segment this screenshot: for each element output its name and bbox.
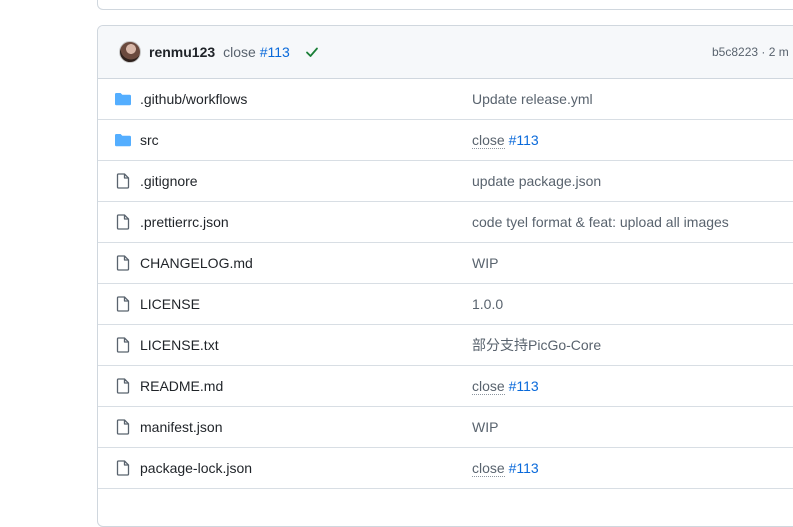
commit-message-text[interactable]: 部分支持PicGo-Core bbox=[472, 337, 601, 353]
commit-issue-link[interactable]: #113 bbox=[509, 132, 539, 148]
file-row[interactable]: LICENSE.txt 部分支持PicGo-Core bbox=[98, 325, 793, 366]
previous-panel bbox=[97, 0, 793, 10]
file-name-link[interactable]: LICENSE.txt bbox=[140, 337, 219, 353]
commit-message-text[interactable]: close bbox=[472, 132, 505, 149]
file-row[interactable]: package-lock.json close #113 bbox=[98, 448, 793, 489]
commit-message-text[interactable]: 1.0.0 bbox=[472, 296, 503, 312]
commit-issue-link[interactable]: #113 bbox=[260, 44, 290, 60]
file-browser: renmu123 close #113 b5c8223 · 2 m .githu… bbox=[97, 25, 793, 527]
file-row[interactable]: .prettierrc.json code tyel format & feat:… bbox=[98, 202, 793, 243]
file-name-link[interactable]: .prettierrc.json bbox=[140, 214, 229, 230]
file-list: .github/workflows Update release.yml src cl… bbox=[98, 79, 793, 489]
file-icon bbox=[114, 173, 132, 189]
file-name-link[interactable]: LICENSE bbox=[140, 296, 200, 312]
file-icon bbox=[114, 378, 132, 394]
folder-icon bbox=[114, 91, 132, 107]
commit-message-text[interactable]: update package.json bbox=[472, 173, 601, 189]
file-row[interactable]: .gitignore update package.json bbox=[98, 161, 793, 202]
file-name-link[interactable]: .github/workflows bbox=[140, 91, 247, 107]
file-name-link[interactable]: .gitignore bbox=[140, 173, 198, 189]
file-commit-message[interactable]: WIP bbox=[472, 419, 498, 435]
folder-icon bbox=[114, 132, 132, 148]
file-icon bbox=[114, 214, 132, 230]
commit-message-text[interactable]: close bbox=[472, 378, 505, 395]
file-commit-message[interactable]: Update release.yml bbox=[472, 91, 593, 107]
commit-message-text[interactable]: code tyel format & feat: upload all imag… bbox=[472, 214, 729, 230]
file-icon bbox=[114, 419, 132, 435]
avatar[interactable] bbox=[119, 41, 141, 63]
file-commit-message[interactable]: code tyel format & feat: upload all imag… bbox=[472, 214, 729, 230]
file-commit-message[interactable]: close #113 bbox=[472, 378, 539, 395]
file-name-link[interactable]: package-lock.json bbox=[140, 460, 252, 476]
file-row[interactable]: LICENSE 1.0.0 bbox=[98, 284, 793, 325]
file-commit-message[interactable]: close #113 bbox=[472, 460, 539, 477]
file-name-link[interactable]: manifest.json bbox=[140, 419, 222, 435]
file-icon bbox=[114, 337, 132, 353]
latest-commit-bar: renmu123 close #113 b5c8223 · 2 m bbox=[98, 26, 793, 79]
file-name-link[interactable]: CHANGELOG.md bbox=[140, 255, 253, 271]
file-row[interactable]: manifest.json WIP bbox=[98, 407, 793, 448]
file-commit-message[interactable]: update package.json bbox=[472, 173, 601, 189]
commit-message-text[interactable]: Update release.yml bbox=[472, 91, 593, 107]
commit-message[interactable]: close #113 bbox=[223, 44, 290, 60]
commit-sha-age[interactable]: b5c8223 · 2 m bbox=[712, 45, 789, 59]
file-name-link[interactable]: src bbox=[140, 132, 159, 148]
commit-issue-link[interactable]: #113 bbox=[509, 378, 539, 394]
file-commit-message[interactable]: WIP bbox=[472, 255, 498, 271]
commit-author[interactable]: renmu123 bbox=[149, 44, 215, 60]
commit-issue-link[interactable]: #113 bbox=[509, 460, 539, 476]
commit-message-text[interactable]: close bbox=[472, 460, 505, 477]
file-icon bbox=[114, 296, 132, 312]
commit-message-text[interactable]: close bbox=[223, 44, 256, 60]
file-commit-message[interactable]: 部分支持PicGo-Core bbox=[472, 335, 601, 355]
file-name-link[interactable]: README.md bbox=[140, 378, 223, 394]
file-commit-message[interactable]: close #113 bbox=[472, 132, 539, 149]
check-icon[interactable] bbox=[304, 44, 320, 60]
file-row[interactable]: src close #113 bbox=[98, 120, 793, 161]
file-commit-message[interactable]: 1.0.0 bbox=[472, 296, 503, 312]
file-row[interactable]: .github/workflows Update release.yml bbox=[98, 79, 793, 120]
file-row[interactable]: CHANGELOG.md WIP bbox=[98, 243, 793, 284]
commit-message-text[interactable]: WIP bbox=[472, 255, 498, 271]
file-icon bbox=[114, 460, 132, 476]
file-row[interactable]: README.md close #113 bbox=[98, 366, 793, 407]
commit-message-text[interactable]: WIP bbox=[472, 419, 498, 435]
file-icon bbox=[114, 255, 132, 271]
